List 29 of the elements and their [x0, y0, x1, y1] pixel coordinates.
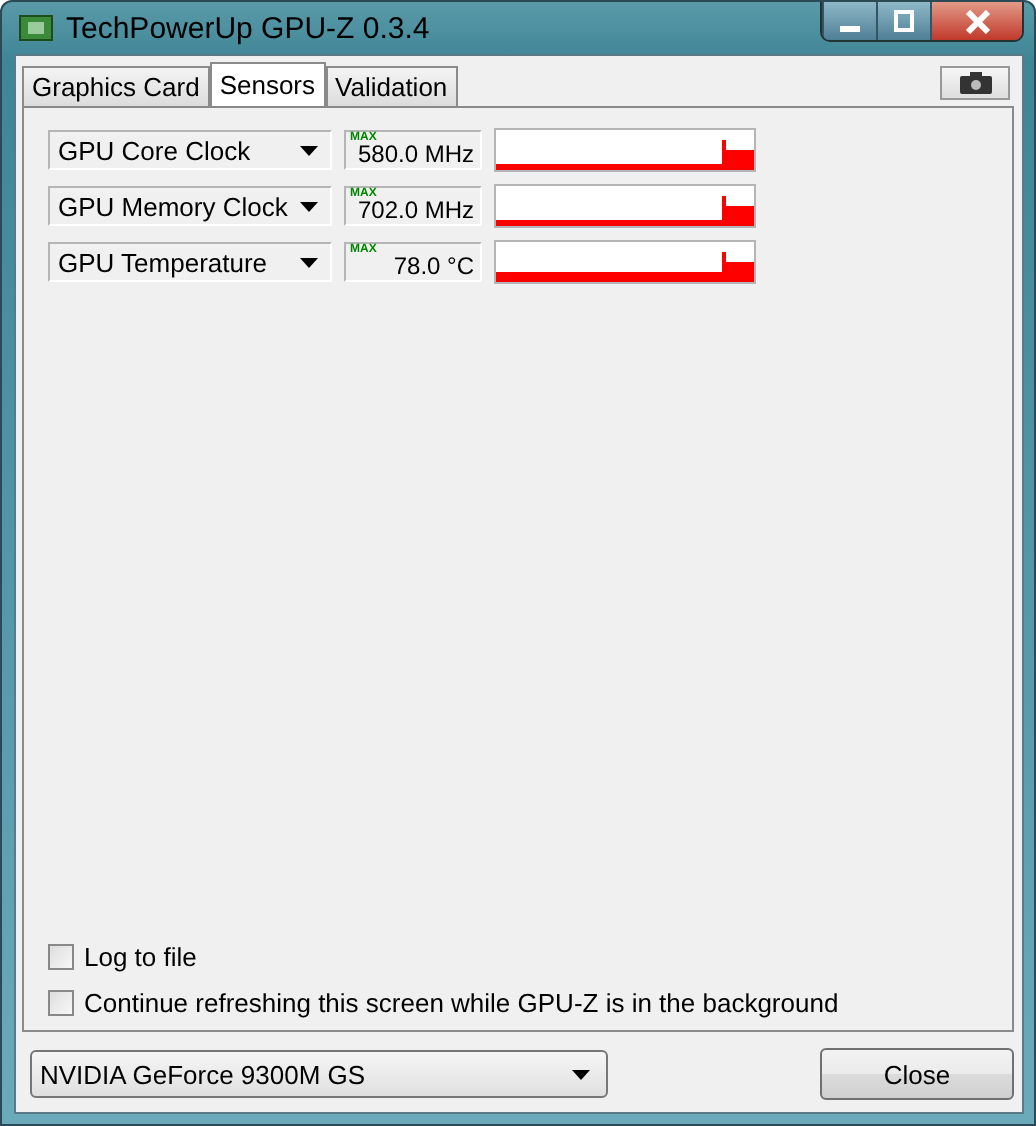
sensor-dropdown[interactable]: GPU Temperature: [48, 242, 332, 282]
close-button[interactable]: Close: [820, 1048, 1014, 1100]
maximize-icon: [890, 9, 918, 33]
close-button[interactable]: [930, 2, 1022, 40]
checkbox[interactable]: [48, 990, 74, 1016]
tab[interactable]: Graphics Card: [22, 66, 210, 106]
sensor-dropdown[interactable]: GPU Core Clock: [48, 130, 332, 170]
sensor-reading: 580.0 MHz: [357, 142, 474, 166]
window-title: TechPowerUp GPU-Z 0.3.4: [66, 11, 430, 45]
tab[interactable]: Validation: [325, 66, 458, 106]
checkbox-label: Continue refreshing this screen while GPU-Z is in the background: [84, 988, 839, 1018]
checkbox[interactable]: [48, 944, 74, 970]
maximize-button[interactable]: [876, 2, 930, 40]
minimize-button[interactable]: [822, 2, 876, 40]
caret-icon: [300, 257, 318, 267]
checkbox-label: Log to file: [84, 942, 197, 972]
camera-icon: [959, 72, 991, 94]
caret-icon: [300, 145, 318, 155]
caret-icon: [300, 201, 318, 211]
tab[interactable]: Sensors: [209, 62, 326, 106]
sensor-reading: 78.0 °C: [393, 254, 474, 278]
gpu-dropdown[interactable]: NVIDIA GeForce 9300M GS: [30, 1050, 608, 1098]
minimize-icon: [840, 25, 860, 31]
sensor-dropdown[interactable]: GPU Memory Clock: [48, 186, 332, 226]
close-icon: [961, 9, 993, 33]
screenshot-button[interactable]: [940, 66, 1010, 100]
chip-icon: [18, 12, 54, 44]
sensor-reading: 702.0 MHz: [357, 198, 474, 222]
caret-icon: [572, 1069, 590, 1079]
